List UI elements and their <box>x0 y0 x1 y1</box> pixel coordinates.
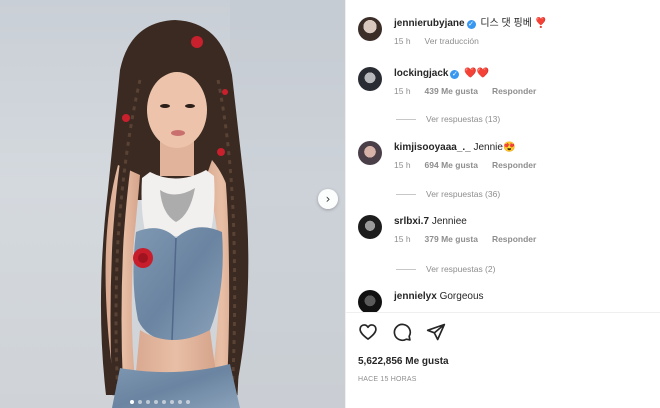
carousel-dot[interactable] <box>130 400 134 404</box>
comment-text: Jenniee <box>431 216 467 227</box>
avatar[interactable] <box>358 17 382 41</box>
comment-time[interactable]: 15 h <box>394 234 411 244</box>
comment-username[interactable]: lockingjack <box>394 68 448 79</box>
verified-badge-icon: ✓ <box>450 70 460 79</box>
caption: jennierubyjane ✓ 디스 댓 핑베 ❣️ 15 h Ver trad… <box>358 17 658 46</box>
chevron-right-icon: › <box>325 192 331 206</box>
comment-username[interactable]: jennielyx <box>394 291 437 302</box>
avatar[interactable] <box>358 215 382 239</box>
post-actions <box>358 322 446 342</box>
instagram-post: › jennierubyjane ✓ 디스 댓 핑베 ❣️ 15 h Ver t… <box>0 0 660 408</box>
comment-item: lockingjack ✓ ❤️❤️ 15 h 439 Me gusta Resp… <box>358 67 658 96</box>
post-timestamp[interactable]: HACE 15 HORAS <box>358 376 417 383</box>
actions-divider <box>346 312 660 313</box>
reply-button[interactable]: Responder <box>492 160 536 170</box>
comment-item: kimjisooyaaa_._ Jennie😍 15 h 694 Me gust… <box>358 141 658 170</box>
view-replies-button[interactable]: Ver respuestas (13) <box>396 114 500 124</box>
comment-time[interactable]: 15 h <box>394 86 411 96</box>
caption-time[interactable]: 15 h <box>394 36 411 46</box>
heart-outline-icon[interactable] <box>358 322 378 342</box>
carousel-dot[interactable] <box>186 400 190 404</box>
post-media[interactable]: › <box>0 0 345 408</box>
comments-list[interactable]: jennierubyjane ✓ 디스 댓 핑베 ❣️ 15 h Ver trad… <box>346 0 660 312</box>
caption-text: 디스 댓 핑베 <box>480 18 532 29</box>
comment-text: ❤️❤️ <box>464 68 490 79</box>
reply-button[interactable]: Responder <box>492 86 536 96</box>
carousel-dot[interactable] <box>162 400 166 404</box>
comment-username[interactable]: srlbxi.7 <box>394 216 429 227</box>
comment-likes[interactable]: 439 Me gusta <box>425 86 478 96</box>
comment-text: Gorgeous <box>439 291 484 302</box>
comment-item: srlbxi.7 Jenniee 15 h 379 Me gusta Respo… <box>358 215 658 244</box>
comment-text: Jennie😍 <box>473 142 516 153</box>
likes-count[interactable]: 5,622,856 Me gusta <box>358 356 449 367</box>
view-replies-button[interactable]: Ver respuestas (2) <box>396 264 495 274</box>
view-replies-button[interactable]: Ver respuestas (36) <box>396 189 500 199</box>
carousel-dots <box>130 400 190 404</box>
comments-panel: jennierubyjane ✓ 디스 댓 핑베 ❣️ 15 h Ver trad… <box>345 0 660 408</box>
reply-button[interactable]: Responder <box>492 234 536 244</box>
carousel-next-button[interactable]: › <box>318 189 338 209</box>
comment-likes[interactable]: 379 Me gusta <box>425 234 478 244</box>
paper-plane-icon[interactable] <box>426 322 446 342</box>
caption-emoji: ❣️ <box>534 18 548 29</box>
comment-item: jennielyx Gorgeous <box>358 290 658 312</box>
translate-link[interactable]: Ver traducción <box>425 36 479 46</box>
verified-badge-icon: ✓ <box>466 20 476 29</box>
comment-bubble-icon[interactable] <box>392 322 412 342</box>
avatar[interactable] <box>358 67 382 91</box>
carousel-dot[interactable] <box>146 400 150 404</box>
carousel-dot[interactable] <box>138 400 142 404</box>
comment-time[interactable]: 15 h <box>394 160 411 170</box>
replies-divider <box>396 193 416 195</box>
view-replies-label: Ver respuestas (2) <box>426 264 496 274</box>
replies-divider <box>396 268 416 270</box>
carousel-dot[interactable] <box>170 400 174 404</box>
comment-username[interactable]: kimjisooyaaa_._ <box>394 142 471 153</box>
view-replies-label: Ver respuestas (13) <box>426 114 501 124</box>
post-photo <box>100 0 345 408</box>
carousel-dot[interactable] <box>154 400 158 404</box>
avatar[interactable] <box>358 290 382 312</box>
comment-likes[interactable]: 694 Me gusta <box>425 160 478 170</box>
carousel-dot[interactable] <box>178 400 182 404</box>
avatar[interactable] <box>358 141 382 165</box>
caption-username[interactable]: jennierubyjane <box>394 18 465 29</box>
replies-divider <box>396 118 416 120</box>
view-replies-label: Ver respuestas (36) <box>426 189 501 199</box>
